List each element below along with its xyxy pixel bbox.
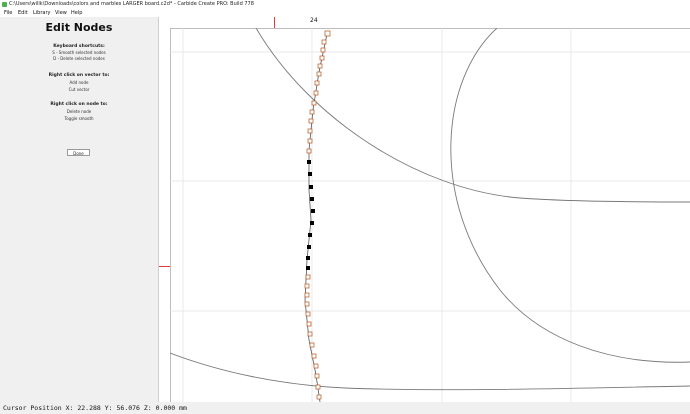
node[interactable] — [306, 148, 312, 154]
node[interactable] — [308, 118, 314, 124]
selected-node[interactable] — [306, 256, 310, 260]
node[interactable] — [311, 100, 317, 106]
node[interactable] — [319, 55, 325, 61]
node[interactable] — [314, 80, 320, 86]
node[interactable] — [313, 363, 319, 369]
vector-action-add-node: Add node — [69, 80, 89, 85]
node-actions-title: Right click on node to: — [50, 102, 108, 107]
node[interactable] — [316, 71, 322, 77]
horizontal-ruler-cursor-marker — [274, 17, 275, 28]
node[interactable] — [313, 90, 319, 96]
vector-arc-large[interactable] — [255, 28, 690, 203]
node-handles[interactable] — [304, 30, 331, 400]
vector-actions-title: Right click on vector to: — [48, 73, 110, 78]
shortcut-delete: D - Delete selected nodes — [53, 56, 105, 61]
vector-action-cut: Cut vector — [68, 87, 90, 92]
menu-view[interactable]: View — [55, 9, 67, 17]
horizontal-ruler-label: 24 — [310, 17, 318, 24]
node[interactable] — [307, 128, 313, 134]
menu-library[interactable]: Library — [33, 9, 50, 17]
node[interactable] — [304, 283, 310, 289]
node-action-toggle-smooth: Toggle smooth — [64, 116, 94, 121]
node[interactable] — [311, 353, 317, 359]
node[interactable] — [324, 30, 331, 37]
status-bar: Cursor Position X: 22.288 Y: 56.076 Z: 0… — [0, 402, 690, 414]
selected-node[interactable] — [311, 209, 315, 213]
vertical-ruler-cursor-marker — [159, 266, 170, 267]
selected-node[interactable] — [307, 245, 311, 249]
node[interactable] — [304, 292, 310, 298]
vector-drawing[interactable] — [170, 28, 690, 402]
node[interactable] — [307, 138, 313, 144]
selected-node[interactable] — [309, 185, 313, 189]
done-button[interactable]: Done — [67, 149, 90, 156]
node[interactable] — [305, 274, 311, 280]
menu-help[interactable]: Help — [71, 9, 82, 17]
selected-node[interactable] — [308, 233, 312, 237]
shortcut-smooth: S - Smooth selected nodes — [52, 50, 106, 55]
node[interactable] — [314, 373, 320, 379]
menu-file[interactable]: File — [4, 9, 12, 17]
cursor-position-readout: Cursor Position X: 22.288 Y: 56.076 Z: 0… — [3, 404, 187, 412]
keyboard-shortcuts-title: Keyboard shortcuts: — [53, 44, 105, 49]
node[interactable] — [320, 47, 326, 53]
node-action-delete: Delete node — [66, 109, 92, 114]
node[interactable] — [307, 331, 313, 337]
node[interactable] — [321, 39, 327, 45]
node[interactable] — [306, 321, 312, 327]
edited-vector-path[interactable] — [304, 33, 328, 402]
node[interactable] — [309, 342, 315, 348]
panel-title: Edit Nodes — [45, 21, 113, 34]
node[interactable] — [309, 109, 315, 115]
selected-node[interactable] — [306, 266, 310, 270]
window-title: C:\Users\willk\Downloads\colors and marb… — [9, 1, 254, 7]
selected-node[interactable] — [308, 172, 312, 176]
selected-node[interactable] — [310, 221, 314, 225]
app-icon — [2, 2, 7, 7]
node[interactable] — [305, 311, 311, 317]
selected-node[interactable] — [307, 160, 311, 164]
menu-bar: File Edit Library View Help — [0, 9, 690, 17]
grid-lines — [170, 28, 690, 402]
node[interactable] — [317, 63, 323, 69]
edit-nodes-panel: Edit Nodes Keyboard shortcuts: S - Smoot… — [0, 17, 159, 402]
vector-arc-bottom[interactable] — [170, 352, 690, 391]
title-bar: C:\Users\willk\Downloads\colors and marb… — [0, 0, 690, 9]
vector-paths[interactable] — [170, 28, 690, 402]
node[interactable] — [304, 301, 310, 307]
vector-arc-right[interactable] — [450, 28, 690, 363]
open-nodes[interactable] — [304, 30, 331, 400]
node[interactable] — [315, 384, 321, 390]
selected-node[interactable] — [310, 197, 314, 201]
menu-edit[interactable]: Edit — [18, 9, 28, 17]
node[interactable] — [316, 394, 322, 400]
